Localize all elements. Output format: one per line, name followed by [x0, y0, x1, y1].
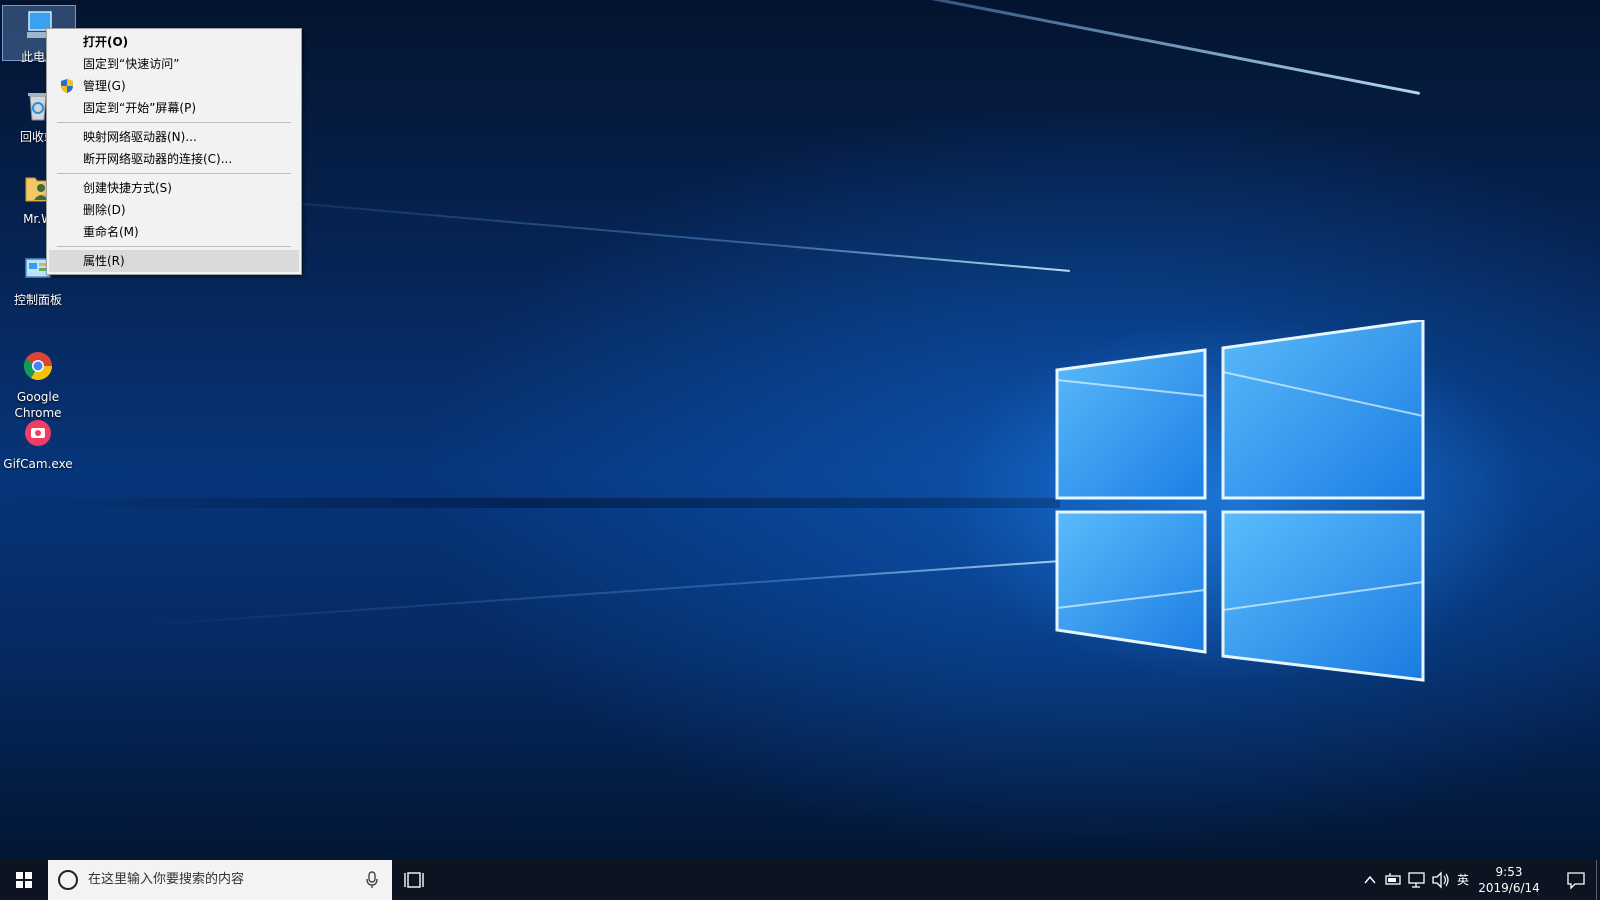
cortana-icon	[58, 870, 78, 890]
menu-separator	[57, 246, 291, 247]
shield-icon	[61, 79, 73, 93]
clock[interactable]: 9:53 2019/6/14	[1474, 864, 1544, 896]
menu-item-delete[interactable]: 删除(D)	[49, 199, 299, 221]
desktop-icon-label: 控制面板	[13, 293, 62, 307]
clock-date: 2019/6/14	[1478, 881, 1540, 895]
task-view-button[interactable]	[400, 860, 432, 900]
taskbar: 在这里输入你要搜索的内容 英 9:53 2019/6/14	[0, 860, 1600, 900]
network-icon[interactable]	[1406, 860, 1428, 900]
menu-item-disconnect-network-drive[interactable]: 断开网络驱动器的连接(C)...	[49, 148, 299, 170]
search-placeholder: 在这里输入你要搜索的内容	[88, 872, 245, 887]
notification-icon	[1567, 872, 1585, 890]
taskbar-search-box[interactable]: 在这里输入你要搜索的内容	[48, 860, 392, 900]
menu-item-label: 管理(G)	[83, 79, 126, 93]
menu-item-properties[interactable]: 属性(R)	[49, 250, 299, 272]
menu-separator	[57, 173, 291, 174]
wallpaper-beam	[0, 498, 1060, 508]
clock-time: 9:53	[1495, 865, 1523, 879]
windows-start-icon	[16, 872, 32, 888]
input-method-indicator[interactable]: 英	[1454, 860, 1472, 900]
menu-item-create-shortcut[interactable]: 创建快捷方式(S)	[49, 177, 299, 199]
task-view-icon	[404, 872, 424, 888]
menu-item-pin-start[interactable]: 固定到“开始”屏幕(P)	[49, 97, 299, 119]
desktop-icon-gifcam[interactable]: GifCam.exe	[2, 413, 74, 472]
context-menu: 打开(O) 固定到“快速访问” 管理(G) 固定到“开始”屏幕(P) 映射网络驱…	[46, 28, 302, 275]
battery-plug-icon[interactable]	[1382, 860, 1404, 900]
show-desktop-button[interactable]	[1596, 860, 1600, 900]
start-button[interactable]	[0, 860, 48, 900]
show-hidden-icons-chevron-icon[interactable]	[1360, 860, 1380, 900]
menu-item-open[interactable]: 打开(O)	[49, 31, 299, 53]
gifcam-icon	[25, 420, 51, 446]
menu-item-manage[interactable]: 管理(G)	[49, 75, 299, 97]
menu-item-pin-quick-access[interactable]: 固定到“快速访问”	[49, 53, 299, 75]
action-center-button[interactable]	[1556, 860, 1596, 900]
chrome-icon	[24, 352, 52, 380]
wallpaper-beam	[122, 560, 1061, 628]
menu-item-map-network-drive[interactable]: 映射网络驱动器(N)...	[49, 126, 299, 148]
microphone-icon[interactable]	[364, 871, 380, 889]
menu-separator	[57, 122, 291, 123]
desktop-icon-label: GifCam.exe	[3, 457, 73, 471]
volume-icon[interactable]	[1430, 860, 1452, 900]
menu-item-rename[interactable]: 重命名(M)	[49, 221, 299, 243]
windows-logo-wallpaper	[1055, 320, 1425, 682]
